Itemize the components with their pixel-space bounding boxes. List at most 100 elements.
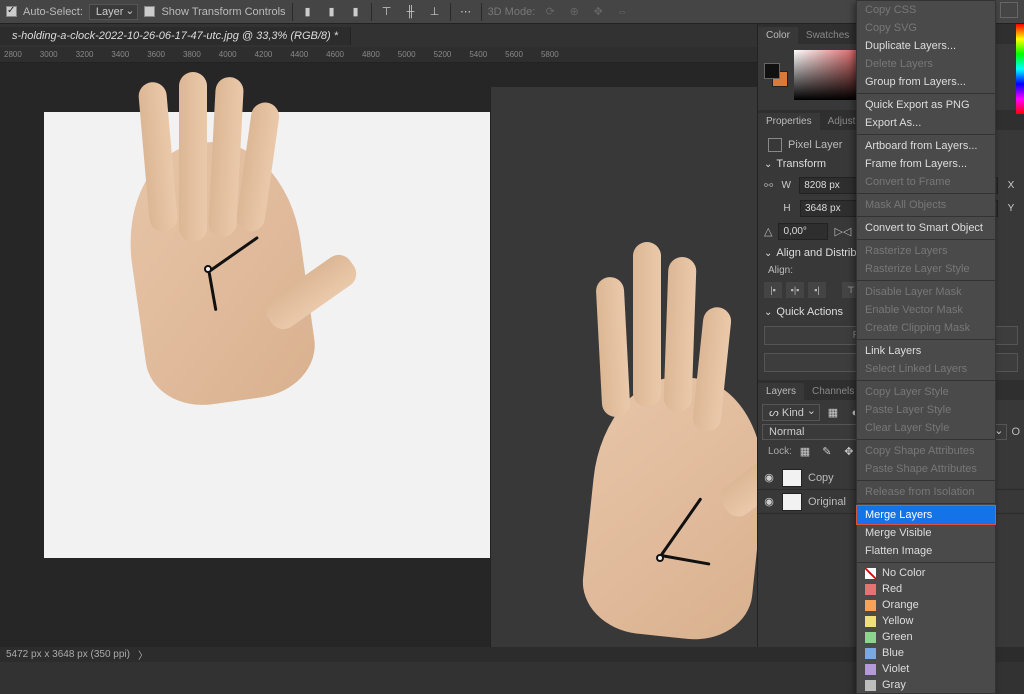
doc-dimensions-label: 5472 px x 3648 px (350 ppi) xyxy=(6,649,130,660)
menu-item xyxy=(857,280,995,281)
menu-item xyxy=(857,339,995,340)
pixel-layer-icon xyxy=(768,138,782,152)
menu-item: Release from Isolation xyxy=(857,483,995,501)
rotate-icon: △ xyxy=(764,225,772,238)
align-center-h-icon[interactable]: ▮ xyxy=(323,4,341,20)
status-arrow-icon[interactable]: 〉 xyxy=(138,647,148,662)
menu-item[interactable]: Link Layers xyxy=(857,342,995,360)
menu-item[interactable]: Convert to Smart Object xyxy=(857,219,995,237)
align-r-icon[interactable]: ▪| xyxy=(808,282,826,298)
menu-item-color[interactable]: Green xyxy=(857,629,995,645)
menu-item: Copy SVG xyxy=(857,19,995,37)
show-transform-label: Show Transform Controls xyxy=(161,6,285,18)
3d-slide-icon: ⇔ xyxy=(613,4,631,20)
menu-item[interactable]: Frame from Layers... xyxy=(857,155,995,173)
menu-item[interactable]: Artboard from Layers... xyxy=(857,137,995,155)
visibility-toggle-icon[interactable]: ◉ xyxy=(762,495,776,508)
layer-thumbnail[interactable] xyxy=(782,469,802,487)
menu-item xyxy=(857,134,995,135)
visibility-toggle-icon[interactable]: ◉ xyxy=(762,471,776,484)
menu-item xyxy=(857,216,995,217)
layer-thumbnail[interactable] xyxy=(782,493,802,511)
auto-select-label: Auto-Select: xyxy=(23,6,83,18)
menu-item: Copy Layer Style xyxy=(857,383,995,401)
divider xyxy=(371,3,372,21)
menu-item: Create Clipping Mask xyxy=(857,319,995,337)
menu-item xyxy=(857,480,995,481)
lock-transparency-icon[interactable]: ▦ xyxy=(796,443,814,459)
menu-item: Select Linked Layers xyxy=(857,360,995,378)
align-bottom-icon[interactable]: ⊥ xyxy=(426,4,444,20)
lock-paint-icon[interactable]: ✎ xyxy=(818,443,836,459)
menu-item: Enable Vector Mask xyxy=(857,301,995,319)
menu-item xyxy=(857,503,995,504)
menu-item-color[interactable]: Red xyxy=(857,581,995,597)
canvas-area[interactable] xyxy=(0,63,757,647)
align-left-icon[interactable]: ▮ xyxy=(299,4,317,20)
menu-item: Clear Layer Style xyxy=(857,419,995,437)
menu-item[interactable]: Quick Export as PNG xyxy=(857,96,995,114)
3d-pan-icon: ✥ xyxy=(589,4,607,20)
menu-item: Convert to Frame xyxy=(857,173,995,191)
menu-item: Paste Shape Attributes xyxy=(857,460,995,478)
filter-image-icon[interactable]: ▦ xyxy=(824,405,842,421)
layer-context-menu: Copy CSSCopy SVGDuplicate Layers...Delet… xyxy=(856,0,996,694)
align-ch-icon[interactable]: ▪|▪ xyxy=(786,282,804,298)
canvas-image xyxy=(44,112,714,558)
layer-name-label[interactable]: Original xyxy=(808,496,846,508)
menu-item: Copy Shape Attributes xyxy=(857,442,995,460)
menu-item xyxy=(857,93,995,94)
flip-h-icon[interactable]: ▷◁ xyxy=(834,225,851,238)
menu-item[interactable]: Duplicate Layers... xyxy=(857,37,995,55)
menu-item xyxy=(857,562,995,563)
auto-select-checkbox[interactable] xyxy=(6,6,17,17)
tab-properties[interactable]: Properties xyxy=(758,113,820,130)
auto-select-dropdown[interactable]: Layer xyxy=(89,4,139,20)
3d-orbit-icon: ⟳ xyxy=(541,4,559,20)
menu-item-color[interactable]: Blue xyxy=(857,645,995,661)
align-middle-icon[interactable]: ╫ xyxy=(402,4,420,20)
menu-item[interactable]: Export As... xyxy=(857,114,995,132)
tab-layers[interactable]: Layers xyxy=(758,383,804,400)
height-label: H xyxy=(780,203,794,214)
menu-item-color[interactable]: Orange xyxy=(857,597,995,613)
tab-color[interactable]: Color xyxy=(758,27,798,44)
hue-slider[interactable] xyxy=(1016,24,1024,114)
distribute-icon[interactable]: ⋯ xyxy=(457,4,475,20)
foreground-background-swatch[interactable] xyxy=(764,63,788,87)
3d-roll-icon: ⊕ xyxy=(565,4,583,20)
kind-filter-dropdown[interactable]: ᔕ Kind xyxy=(762,404,820,421)
menu-item[interactable]: Flatten Image xyxy=(857,542,995,560)
3d-mode-label: 3D Mode: xyxy=(488,6,536,18)
menu-item-color[interactable]: Violet xyxy=(857,661,995,677)
lock-label: Lock: xyxy=(768,446,792,457)
divider xyxy=(292,3,293,21)
align-l-icon[interactable]: |▪ xyxy=(764,282,782,298)
menu-item: Delete Layers xyxy=(857,55,995,73)
angle-input[interactable]: 0,00° xyxy=(778,223,828,240)
menu-item: Rasterize Layers xyxy=(857,242,995,260)
menu-item-color[interactable]: Yellow xyxy=(857,613,995,629)
menu-item: Disable Layer Mask xyxy=(857,283,995,301)
menu-item: Mask All Objects xyxy=(857,196,995,214)
tab-swatches[interactable]: Swatches xyxy=(798,27,857,44)
menu-item: Rasterize Layer Style xyxy=(857,260,995,278)
menu-item[interactable]: Group from Layers... xyxy=(857,73,995,91)
menu-item-merge-layers[interactable]: Merge Layers xyxy=(856,505,996,525)
tab-channels[interactable]: Channels xyxy=(804,383,862,400)
layer-name-label[interactable]: Copy xyxy=(808,472,834,484)
menu-item xyxy=(857,380,995,381)
link-wh-icon[interactable]: ⚯ xyxy=(764,179,773,192)
menu-item[interactable]: Merge Visible xyxy=(857,524,995,542)
show-transform-checkbox[interactable] xyxy=(144,6,155,17)
divider xyxy=(450,3,451,21)
workspace-switcher-icon[interactable] xyxy=(1000,2,1018,18)
menu-item xyxy=(857,239,995,240)
menu-item-color[interactable]: Gray xyxy=(857,677,995,693)
align-right-icon[interactable]: ▮ xyxy=(347,4,365,20)
menu-item xyxy=(857,193,995,194)
document-tab[interactable]: s-holding-a-clock-2022-10-26-06-17-47-ut… xyxy=(0,27,351,45)
divider xyxy=(481,3,482,21)
align-top-icon[interactable]: ⊤ xyxy=(378,4,396,20)
menu-item-no-color[interactable]: No Color xyxy=(857,565,995,581)
